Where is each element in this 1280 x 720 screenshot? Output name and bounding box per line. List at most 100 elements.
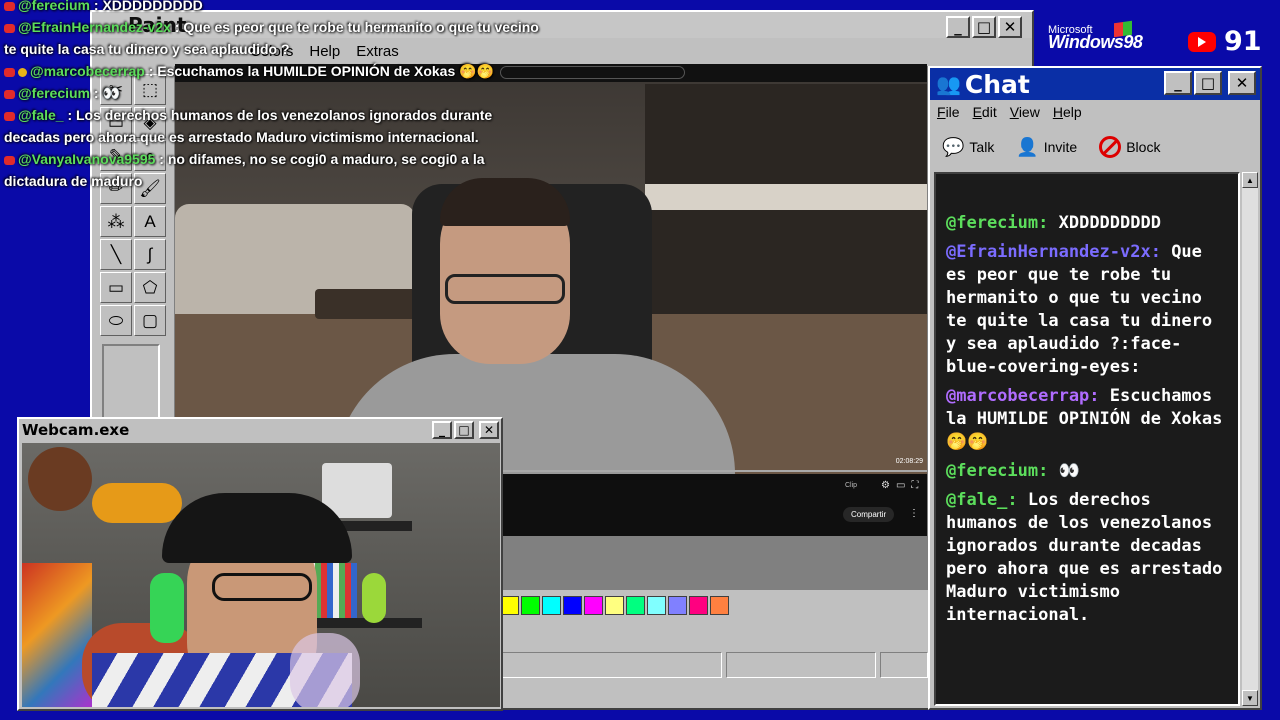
chat-menubar: File Edit View Help (930, 100, 1260, 124)
overlay-chat-user: @ferecium (18, 85, 91, 101)
share-button[interactable]: Compartir (843, 507, 895, 522)
chat-messages[interactable]: @ferecium: XDDDDDDDDD @EfrainHernandez-v2… (934, 172, 1240, 706)
paint-maximize-button[interactable]: □ (972, 16, 996, 38)
fullscreen-icon[interactable]: ⛶ (911, 480, 918, 491)
theater-icon[interactable]: ▭ (896, 480, 905, 491)
overlay-chat-user: @ferecium (18, 0, 91, 13)
chat-message: @ferecium: XDDDDDDDDD (946, 212, 1230, 235)
windows98-logo: Microsoft Windows98 (1048, 20, 1143, 53)
invite-icon: 👤 (1016, 136, 1039, 157)
palette-swatch[interactable] (710, 596, 729, 615)
line-icon[interactable]: ╲ (100, 239, 132, 270)
palette-swatch[interactable] (689, 596, 708, 615)
webcam-minimize-button[interactable]: _ (432, 421, 452, 439)
overlay-chat-user: @VanyaIvanova9595 (18, 151, 156, 167)
scroll-up-button[interactable]: ▲ (1242, 172, 1258, 188)
overlay-chat-user: @EfrainHernandez-v2x (18, 19, 171, 35)
block-icon (1099, 136, 1122, 158)
chat-maximize-button[interactable]: □ (1194, 71, 1222, 95)
viewer-counter: 91 (1188, 26, 1262, 57)
ellipse-icon[interactable]: ⬭ (100, 305, 132, 336)
paint-close-button[interactable]: ✕ (998, 16, 1022, 38)
palette-swatch[interactable] (605, 596, 624, 615)
chat-username[interactable]: @marcobecerrap: (946, 386, 1100, 406)
status-cell-coords (726, 652, 876, 678)
chat-username[interactable]: @ferecium: (946, 461, 1048, 481)
clip-button[interactable]: Clip (845, 482, 857, 489)
menu-help[interactable]: Help (1053, 104, 1082, 120)
block-button[interactable]: Block (1099, 136, 1160, 158)
chat-username[interactable]: @EfrainHernandez-v2x: (946, 242, 1161, 262)
settings-icon[interactable]: ⚙ (881, 480, 890, 491)
overlay-chat-line: @marcobecerrap : Escuchamos la HUMILDE O… (0, 60, 540, 82)
chat-username[interactable]: @ferecium: (946, 213, 1048, 233)
green-headphones (150, 573, 184, 643)
scroll-down-button[interactable]: ▼ (1242, 690, 1258, 706)
webcam-window-controls: _ □ ✕ (432, 421, 499, 439)
bottle (290, 633, 360, 707)
overlay-chat-line: @VanyaIvanova9595 : no difames, no se co… (0, 148, 540, 192)
chat-minimize-button[interactable]: _ (1164, 71, 1192, 95)
youtube-icon (1188, 31, 1216, 52)
paint-statusbar (502, 652, 932, 680)
webcam-titlebar[interactable]: Webcam.exe _ □ ✕ (19, 419, 501, 441)
more-options-icon[interactable]: ⋮ (909, 508, 919, 519)
chat-scrollbar[interactable]: ▲ ▼ (1242, 172, 1258, 706)
webcam-feed (22, 443, 500, 707)
polygon-icon[interactable]: ⬠ (134, 272, 166, 303)
palette-swatch[interactable] (584, 596, 603, 615)
chat-window: 👥 Chat _ □ ✕ File Edit View Help 💬 Talk … (928, 66, 1262, 710)
webcam-close-button[interactable]: ✕ (479, 421, 499, 439)
menu-view[interactable]: View (1010, 104, 1040, 120)
paint-minimize-button[interactable]: _ (946, 16, 970, 38)
menu-edit[interactable]: Edit (973, 104, 997, 120)
airbrush-icon[interactable]: ⁂ (100, 206, 132, 237)
chat-toolbar: 💬 Talk 👤 Invite Block (930, 124, 1260, 170)
invite-button[interactable]: 👤 Invite (1016, 137, 1077, 158)
chat-username[interactable]: @fale_: (946, 490, 1018, 510)
text-icon[interactable]: A (134, 206, 166, 237)
rectangle-icon[interactable]: ▭ (100, 272, 132, 303)
chat-message: @fale_: Los derechos humanos de los vene… (946, 489, 1230, 627)
youtube-badge-icon (4, 155, 15, 165)
overlay-chat-user: @fale_ (18, 107, 64, 123)
chat-message: @marcobecerrap: Escuchamos la HUMILDE OP… (946, 385, 1230, 454)
webcam-maximize-button[interactable]: □ (454, 421, 474, 439)
green-figure (362, 573, 386, 623)
overlay-chat-text: : Escuchamos la HUMILDE OPINIÓN de Xokas… (144, 63, 494, 79)
tool-options-box[interactable] (102, 344, 160, 424)
youtube-badge-icon (4, 1, 15, 11)
invite-label: Invite (1043, 139, 1078, 155)
overlay-chat-line: @EfrainHernandez-v2x : Que es peor que t… (0, 16, 540, 60)
palette-swatch[interactable] (563, 596, 582, 615)
talk-label: Talk (969, 139, 995, 155)
overlay-chat-user: @marcobecerrap (30, 63, 145, 79)
rounded-rect-icon[interactable]: ▢ (134, 305, 166, 336)
color-palette (500, 596, 729, 615)
overlay-chat: @ferecium : XDDDDDDDDD @EfrainHernandez-v… (0, 0, 540, 192)
chat-users-icon: 👥 (936, 73, 961, 96)
palette-swatch[interactable] (668, 596, 687, 615)
palette-swatch[interactable] (542, 596, 561, 615)
chat-titlebar[interactable]: 👥 Chat _ □ ✕ (930, 68, 1260, 100)
overlay-chat-line: @ferecium : XDDDDDDDDD (0, 0, 540, 16)
menu-file[interactable]: File (937, 104, 960, 120)
palette-swatch[interactable] (521, 596, 540, 615)
chat-text: Los derechos humanos de los venezolanos … (946, 490, 1223, 625)
youtube-badge-icon (4, 23, 15, 33)
chat-text: Que es peor que te robe tu hermanito o q… (946, 242, 1213, 377)
curve-icon[interactable]: ∫ (134, 239, 166, 270)
chat-close-button[interactable]: ✕ (1228, 71, 1256, 95)
chat-message: @ferecium: 👀 (946, 460, 1230, 483)
block-label: Block (1126, 139, 1161, 155)
palette-swatch[interactable] (626, 596, 645, 615)
webcam-title: Webcam.exe (22, 421, 130, 439)
webcam-window: Webcam.exe _ □ ✕ (17, 417, 503, 711)
black-cap (162, 493, 352, 563)
overlay-chat-text: : XDDDDDDDDD (90, 0, 203, 13)
youtube-badge-icon (4, 67, 15, 77)
coffee-table (315, 289, 425, 319)
windows-flag-icon (1114, 20, 1132, 38)
talk-button[interactable]: 💬 Talk (942, 137, 994, 158)
palette-swatch[interactable] (647, 596, 666, 615)
